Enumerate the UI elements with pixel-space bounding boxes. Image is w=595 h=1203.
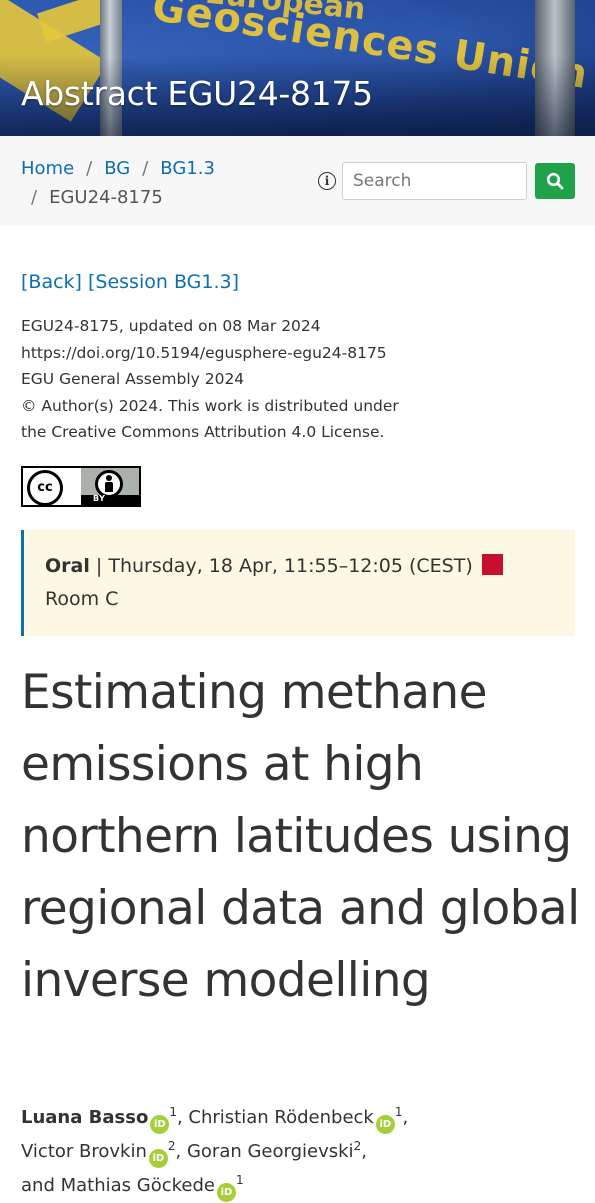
breadcrumb-separator: / [86,158,93,179]
meta-id-updated: EGU24-8175, updated on 08 Mar 2024 [21,317,321,335]
abstract-metadata: EGU24-8175, updated on 08 Mar 2024 https… [21,313,421,446]
breadcrumb-bg[interactable]: BG [104,158,130,179]
author-name: Victor Brovkin [21,1141,147,1162]
badge-by-label: BY [93,494,106,503]
cc-icon: cc [27,470,63,506]
author-affiliation: 1 [169,1105,177,1119]
search-input[interactable] [342,162,527,200]
author-name: Christian Rödenbeck [188,1107,374,1128]
author-affiliation: 1 [394,1105,403,1119]
author-affiliation: 2 [167,1139,176,1153]
abstract-title: Estimating methane emissions at high nor… [21,665,580,1008]
page-title: Abstract EGU24-8175 [21,74,373,113]
meta-copyright: © Author(s) 2024. This work is distribut… [21,396,399,415]
meta-license: the Creative Commons Attribution 4.0 Lic… [21,423,385,442]
breadcrumb-current: EGU24-8175 [49,187,163,208]
header-banner: European Geosciences Union Abstract EGU2… [0,0,595,136]
orcid-icon[interactable]: iD [375,1115,395,1134]
author-affiliation: 2 [353,1139,362,1153]
navigation-links: [Back] [Session BG1.3] [21,271,239,293]
breadcrumb-separator: / [142,158,149,179]
search-icon [546,172,564,190]
author-affiliation: 1 [235,1173,244,1187]
person-body [105,482,113,492]
session-link[interactable]: [Session BG1.3] [88,271,239,293]
breadcrumb: Home / BG / BG1.3 / EGU24-8175 [21,154,301,212]
author-name: Mathias Göckede [60,1175,215,1196]
session-separator: | [89,555,109,577]
author-conjunction: and [21,1175,55,1196]
author-name-presenter: Luana Basso [21,1107,149,1128]
orcid-icon[interactable]: iD [216,1183,236,1202]
session-time: Thursday, 18 Apr, 11:55–12:05 (CEST) [108,555,473,577]
orcid-icon[interactable]: iD [148,1149,168,1168]
session-info-box: Oral | Thursday, 18 Apr, 11:55–12:05 (CE… [21,530,575,636]
search-button[interactable] [535,163,575,199]
author-list: Luana Basso iD1, Christian Rödenbeck iD1, … [21,1101,581,1203]
breadcrumb-home[interactable]: Home [21,158,74,179]
breadcrumb-separator: / [31,187,38,208]
meta-doi: https://doi.org/10.5194/egusphere-egu24-… [21,343,387,362]
session-room: Room C [45,588,119,610]
room-color-marker [481,554,503,575]
orcid-icon[interactable]: iD [150,1115,170,1134]
info-icon[interactable]: i [318,172,336,190]
back-link[interactable]: [Back] [21,271,82,293]
person-head [106,475,112,481]
presentation-type: Oral [45,555,90,577]
breadcrumb-bg1-3[interactable]: BG1.3 [160,158,215,179]
meta-assembly: EGU General Assembly 2024 [21,370,245,389]
badge-by-strip [81,495,139,505]
cc-by-license-badge[interactable]: cc BY [21,466,141,507]
author-name: Goran Georgievski [186,1141,354,1162]
